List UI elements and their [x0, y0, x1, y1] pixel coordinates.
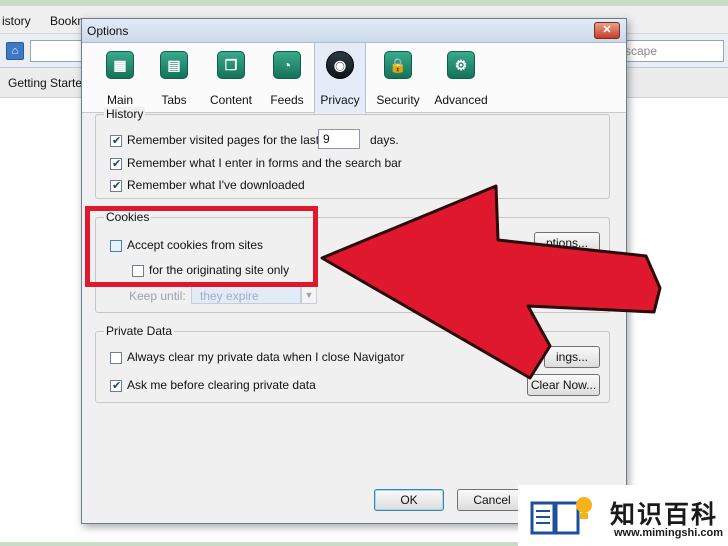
book-lightbulb-icon [530, 497, 592, 535]
watermark: 知识百科 www.mimingshi.com [518, 485, 728, 546]
pointer-arrow-icon [320, 184, 662, 380]
watermark-url: www.mimingshi.com [614, 527, 723, 539]
watermark-text: 知识百科 [610, 501, 719, 529]
